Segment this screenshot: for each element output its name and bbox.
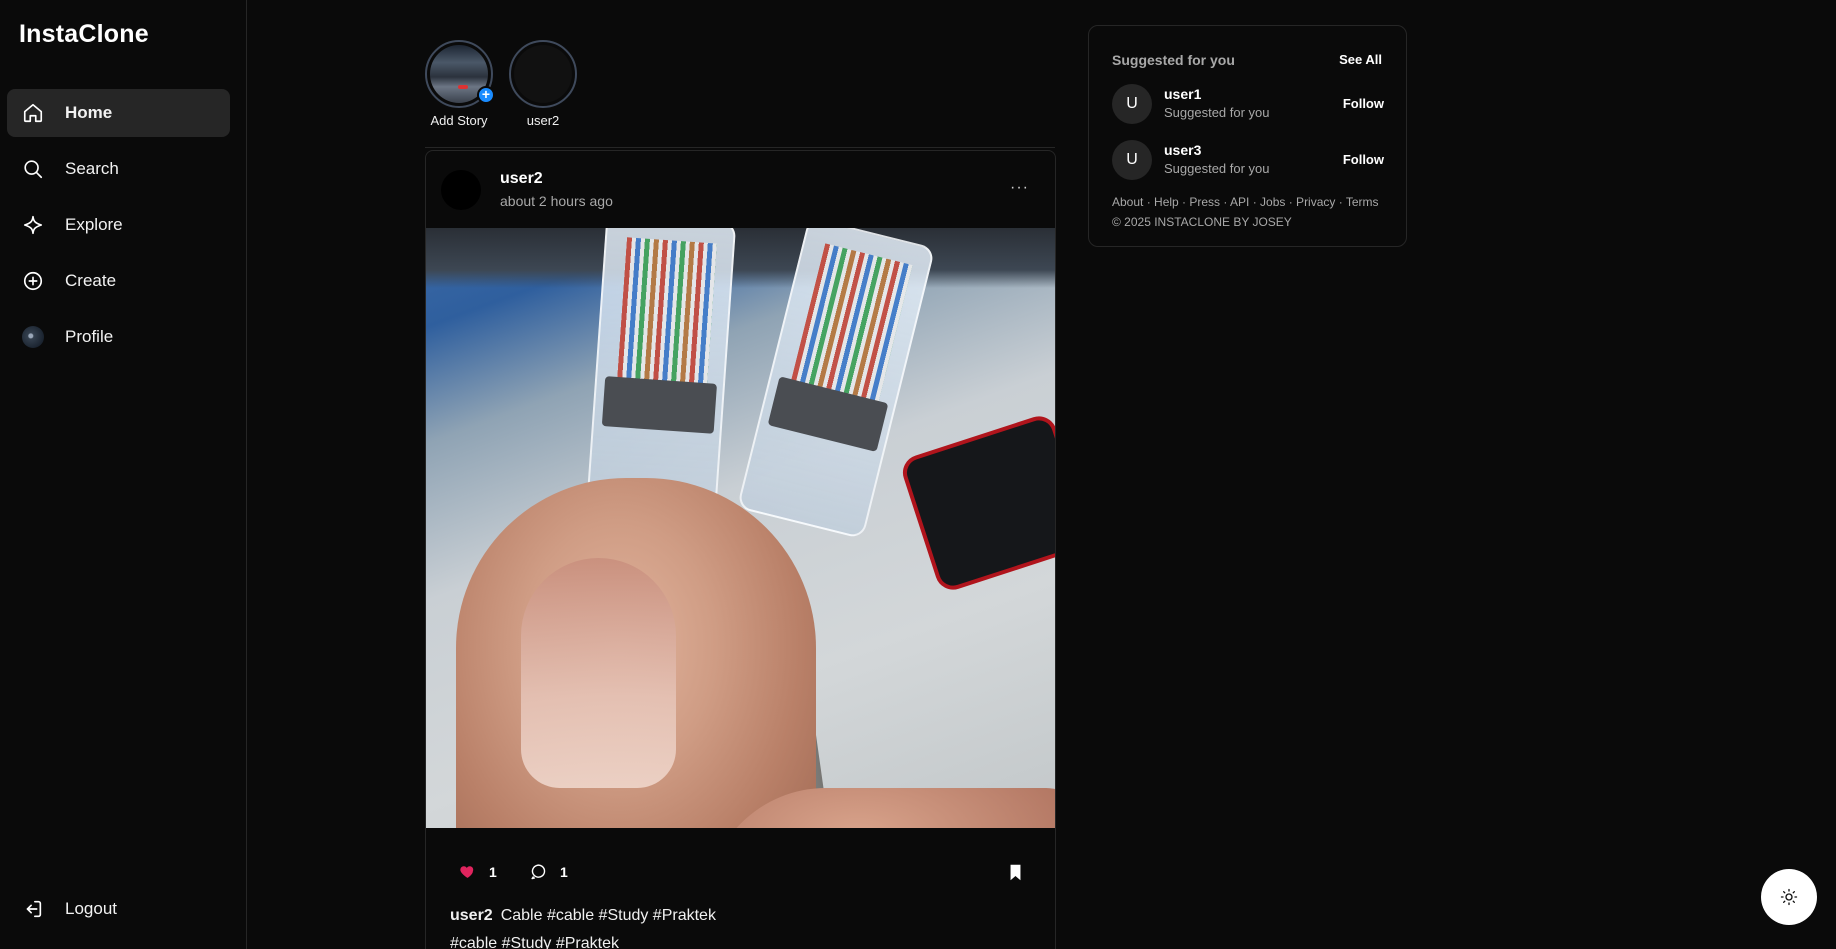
post-actions: 1 1 <box>426 851 1055 897</box>
sidebar-item-search[interactable]: Search <box>7 145 230 193</box>
avatar[interactable]: U <box>1112 140 1152 180</box>
bookmark-icon <box>1010 864 1021 881</box>
bookmark-button[interactable] <box>1008 864 1023 886</box>
suggested-user-row: U user3 Suggested for you Follow <box>1112 140 1384 180</box>
plus-icon: + <box>477 86 495 104</box>
story-avatar <box>509 40 577 108</box>
post-timestamp: about 2 hours ago <box>500 193 613 209</box>
follow-button[interactable]: Follow <box>1343 96 1384 111</box>
search-icon <box>20 156 46 182</box>
sidebar-item-label: Profile <box>65 327 114 346</box>
sidebar-item-label: Search <box>65 159 119 178</box>
theme-toggle-button[interactable] <box>1761 869 1817 925</box>
sidebar-item-home[interactable]: Home <box>7 89 230 137</box>
create-icon <box>20 268 46 294</box>
like-button[interactable]: 1 <box>459 863 497 880</box>
suggested-user-row: U user1 Suggested for you Follow <box>1112 84 1384 124</box>
suggested-username[interactable]: user3 <box>1164 142 1201 158</box>
sidebar-item-profile[interactable]: Profile <box>7 313 230 361</box>
story-avatar: + <box>425 40 495 108</box>
copyright-text: © 2025 INSTACLONE BY JOSEY <box>1112 215 1292 229</box>
story-label: user2 <box>526 113 560 128</box>
post-caption: user2 Cable #cable #Study #Praktek #cable… <box>450 902 1040 949</box>
comment-count: 1 <box>560 863 568 880</box>
logout-label: Logout <box>65 899 117 918</box>
story-user2[interactable]: user2 <box>509 40 577 147</box>
avatar[interactable]: U <box>1112 84 1152 124</box>
comment-button[interactable]: 1 <box>530 863 568 880</box>
suggested-subtitle: Suggested for you <box>1164 161 1270 176</box>
story-label: Add Story <box>430 113 488 128</box>
explore-icon <box>20 212 46 238</box>
suggestions-title: Suggested for you <box>1112 52 1235 68</box>
post-image[interactable] <box>426 228 1055 828</box>
home-icon <box>20 100 46 126</box>
post-card: user2 about 2 hours ago ··· 1 1 user2 Ca… <box>425 150 1056 949</box>
heart-icon <box>460 866 474 878</box>
sidebar-item-create[interactable]: Create <box>7 257 230 305</box>
more-options-icon[interactable]: ··· <box>1010 179 1029 197</box>
comment-icon <box>531 864 546 880</box>
logout-icon <box>20 896 46 922</box>
footer-links[interactable]: About · Help · Press · API · Jobs · Priv… <box>1112 195 1379 209</box>
caption-text: Cable #cable #Study #Praktek <box>500 907 716 924</box>
post-header: user2 about 2 hours ago ··· <box>426 151 1055 228</box>
story-add[interactable]: + Add Story <box>425 40 495 147</box>
stories-bar: + Add Story user2 <box>425 40 1055 148</box>
follow-button[interactable]: Follow <box>1343 152 1384 167</box>
sun-icon <box>1780 888 1798 906</box>
sidebar-item-label: Explore <box>65 215 123 234</box>
caption-hashtags: #cable #Study #Praktek <box>450 935 619 949</box>
like-count: 1 <box>489 863 497 880</box>
sidebar-nav: Home Search Explore Create Profile <box>7 89 230 369</box>
post-username[interactable]: user2 <box>500 170 613 188</box>
suggested-subtitle: Suggested for you <box>1164 105 1270 120</box>
suggestions-panel: Suggested for you See All U user1 Sugges… <box>1088 25 1407 247</box>
app-root: InstaClone Home Search Explore Create Pr… <box>0 0 1836 949</box>
sidebar: InstaClone Home Search Explore Create Pr… <box>0 0 247 949</box>
app-logo[interactable]: InstaClone <box>19 20 149 49</box>
suggested-username[interactable]: user1 <box>1164 86 1201 102</box>
see-all-link[interactable]: See All <box>1339 52 1382 67</box>
sidebar-item-explore[interactable]: Explore <box>7 201 230 249</box>
sidebar-item-label: Home <box>65 103 113 122</box>
profile-avatar <box>20 324 46 350</box>
post-avatar[interactable] <box>441 169 481 210</box>
caption-username[interactable]: user2 <box>450 907 493 924</box>
logout-button[interactable]: Logout <box>7 885 230 933</box>
sidebar-item-label: Create <box>65 271 117 290</box>
